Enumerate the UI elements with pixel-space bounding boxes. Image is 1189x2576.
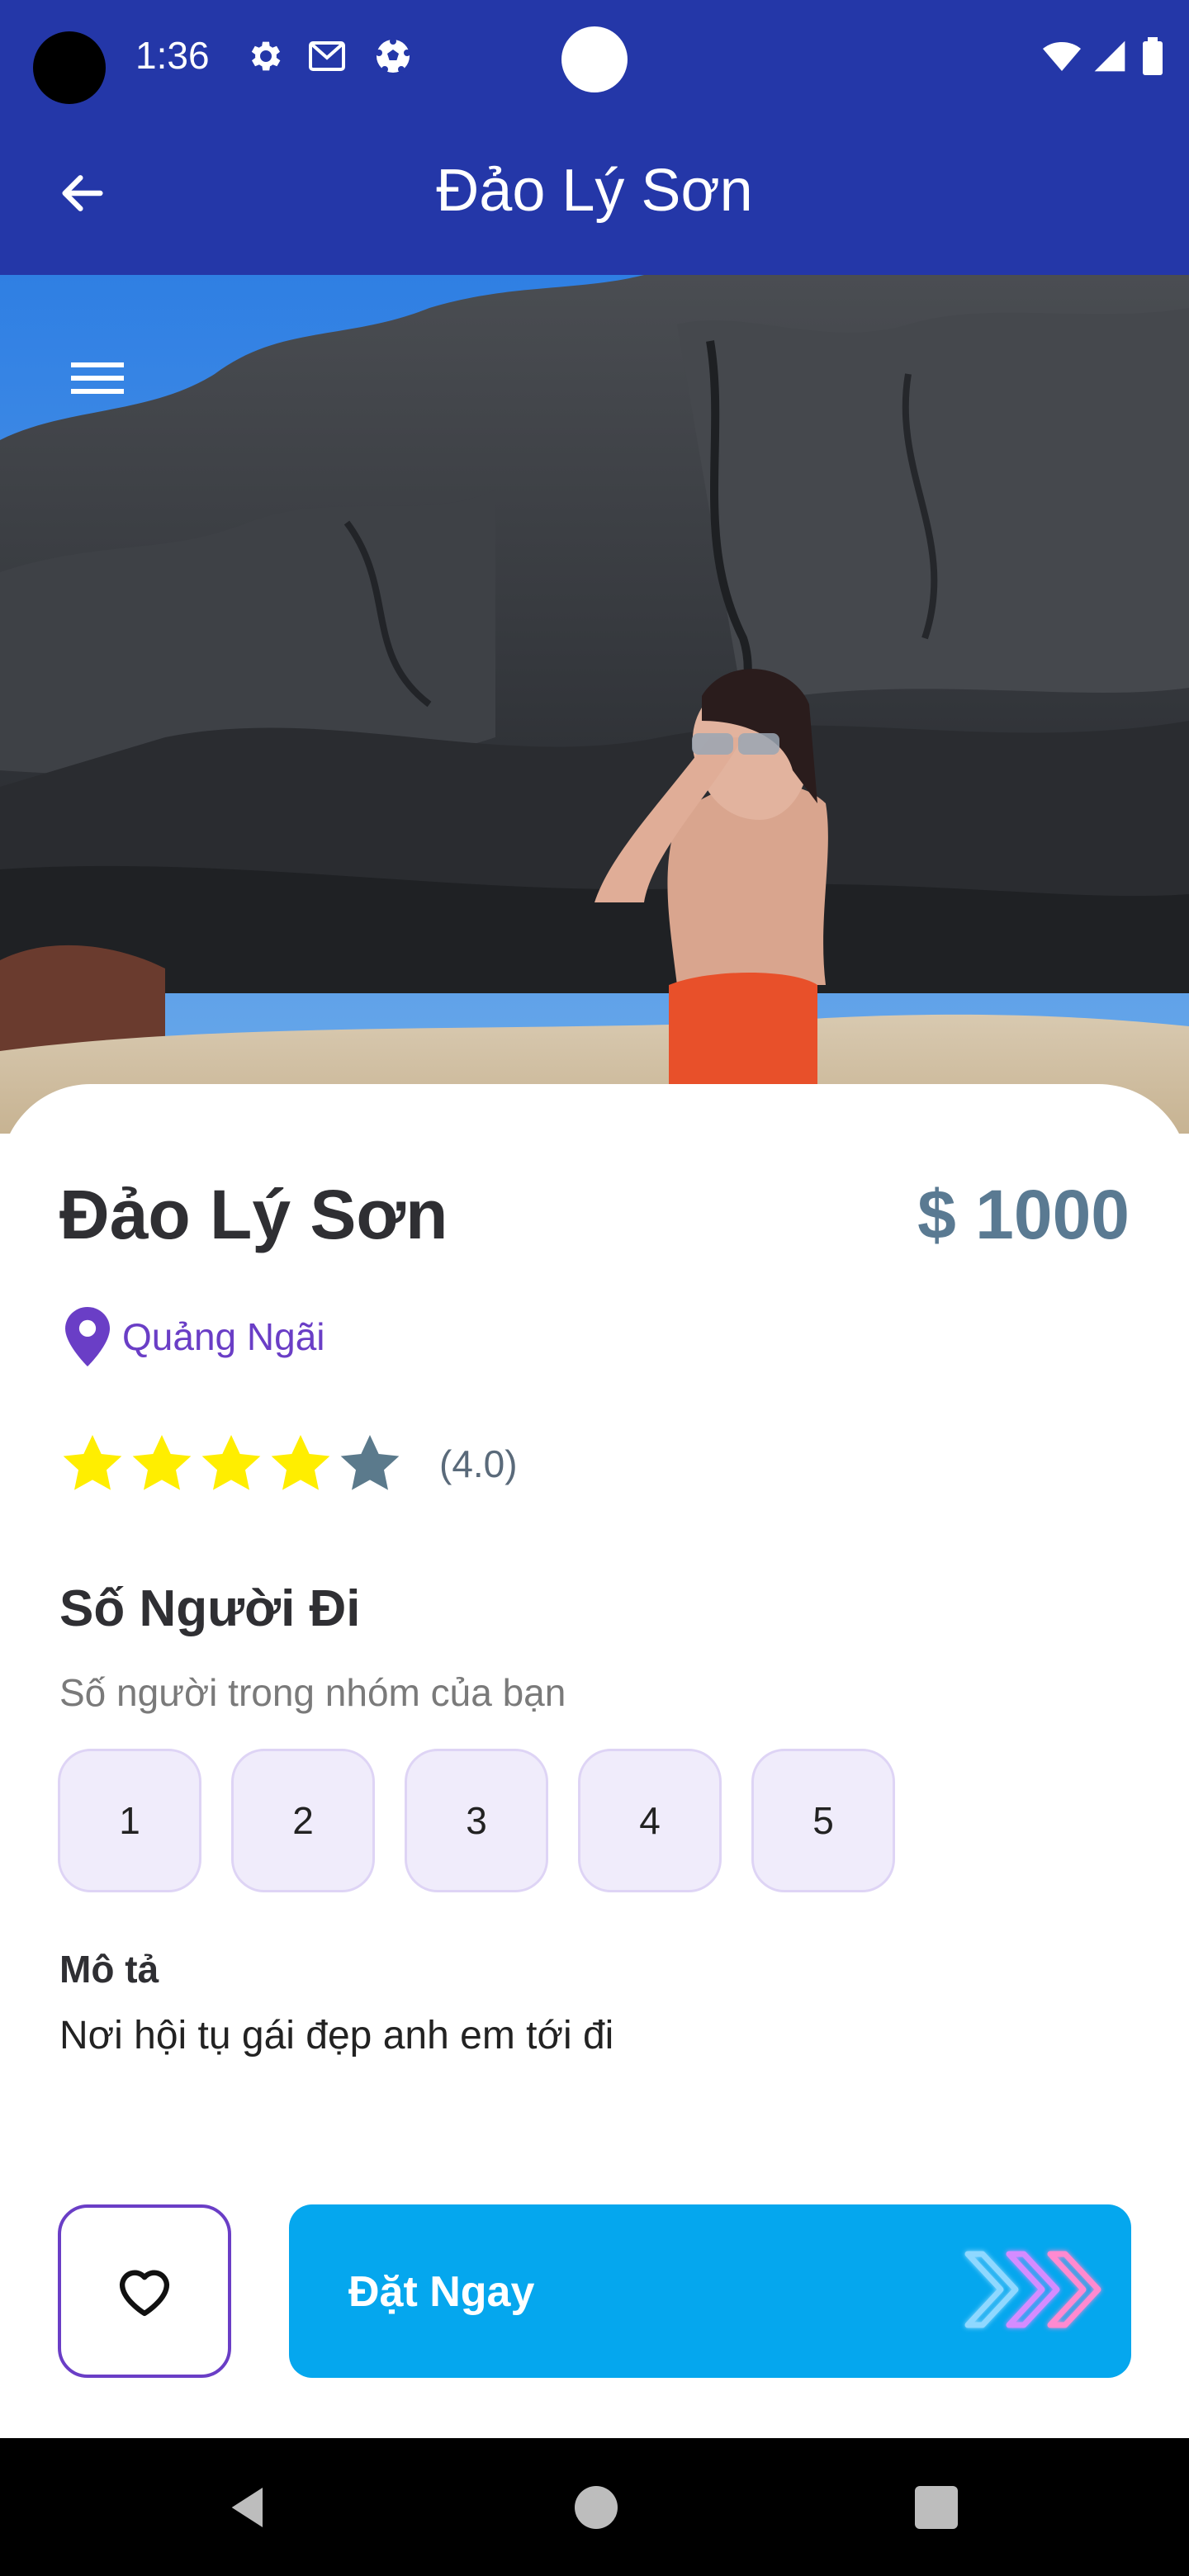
system-nav-bar (0, 2438, 1189, 2576)
hero-photo (0, 275, 1189, 1134)
star-filled-icon (63, 1435, 122, 1490)
front-sensor (561, 26, 628, 92)
hero-image (0, 275, 1189, 1134)
status-bar: 1:36 (0, 0, 1189, 116)
group-size-title: Số Người Đi (59, 1580, 361, 1637)
nav-home-icon[interactable] (575, 2486, 618, 2529)
status-time: 1:36 (135, 34, 210, 77)
nav-recents-icon[interactable] (915, 2486, 958, 2529)
group-size-option-2[interactable]: 2 (231, 1749, 375, 1892)
neon-chevrons-icon (964, 2251, 1101, 2328)
hamburger-menu-icon (71, 362, 124, 394)
group-size-subtitle: Số người trong nhóm của bạn (59, 1671, 566, 1714)
location-text: Quảng Ngãi (122, 1315, 325, 1358)
description-label: Mô tả (59, 1948, 159, 1991)
wifi-icon (1043, 42, 1081, 71)
app-bar: Đảo Lý Sơn (0, 116, 1189, 275)
place-title: Đảo Lý Sơn (59, 1176, 448, 1253)
description-text: Nơi hội tụ gái đẹp anh em tới đi (59, 2014, 614, 2057)
location-pin-icon (65, 1307, 110, 1366)
camera-cutout (33, 31, 106, 104)
star-filled-icon (201, 1435, 261, 1490)
rating-text: (4.0) (439, 1442, 518, 1485)
screen: 1:36 Đảo Lý Sơn Đảo Lý Sơn $ 1000 Quảng … (0, 0, 1189, 2576)
group-size-option-3[interactable]: 3 (405, 1749, 548, 1892)
app-bar-title: Đảo Lý Sơn (436, 158, 753, 224)
favorite-button[interactable] (58, 2204, 231, 2378)
group-size-option-1[interactable]: 1 (58, 1749, 201, 1892)
settings-icon (251, 41, 281, 71)
group-size-option-4[interactable]: 4 (578, 1749, 722, 1892)
star-empty-icon (340, 1435, 400, 1490)
book-now-button[interactable]: Đặt Ngay (289, 2204, 1131, 2378)
battery-icon (1143, 37, 1163, 75)
soccer-ball-icon (376, 38, 410, 73)
nav-back-icon[interactable] (223, 2481, 276, 2534)
heart-icon (119, 2270, 170, 2317)
detail-card: Đảo Lý Sơn $ 1000 Quảng Ngãi (4.0) Số Ng… (0, 1084, 1189, 2438)
group-size-options: 1 2 3 4 5 (58, 1749, 895, 1892)
price-label: $ 1000 (917, 1176, 1130, 1253)
menu-button[interactable] (66, 349, 132, 407)
book-now-label: Đặt Ngay (348, 2268, 535, 2316)
signal-icon (1094, 40, 1125, 72)
location: Quảng Ngãi (64, 1307, 325, 1366)
star-filled-icon (271, 1435, 330, 1490)
group-size-option-5[interactable]: 5 (751, 1749, 895, 1892)
star-rating: (4.0) (59, 1431, 518, 1497)
star-filled-icon (132, 1435, 192, 1490)
gmail-icon (309, 41, 345, 71)
